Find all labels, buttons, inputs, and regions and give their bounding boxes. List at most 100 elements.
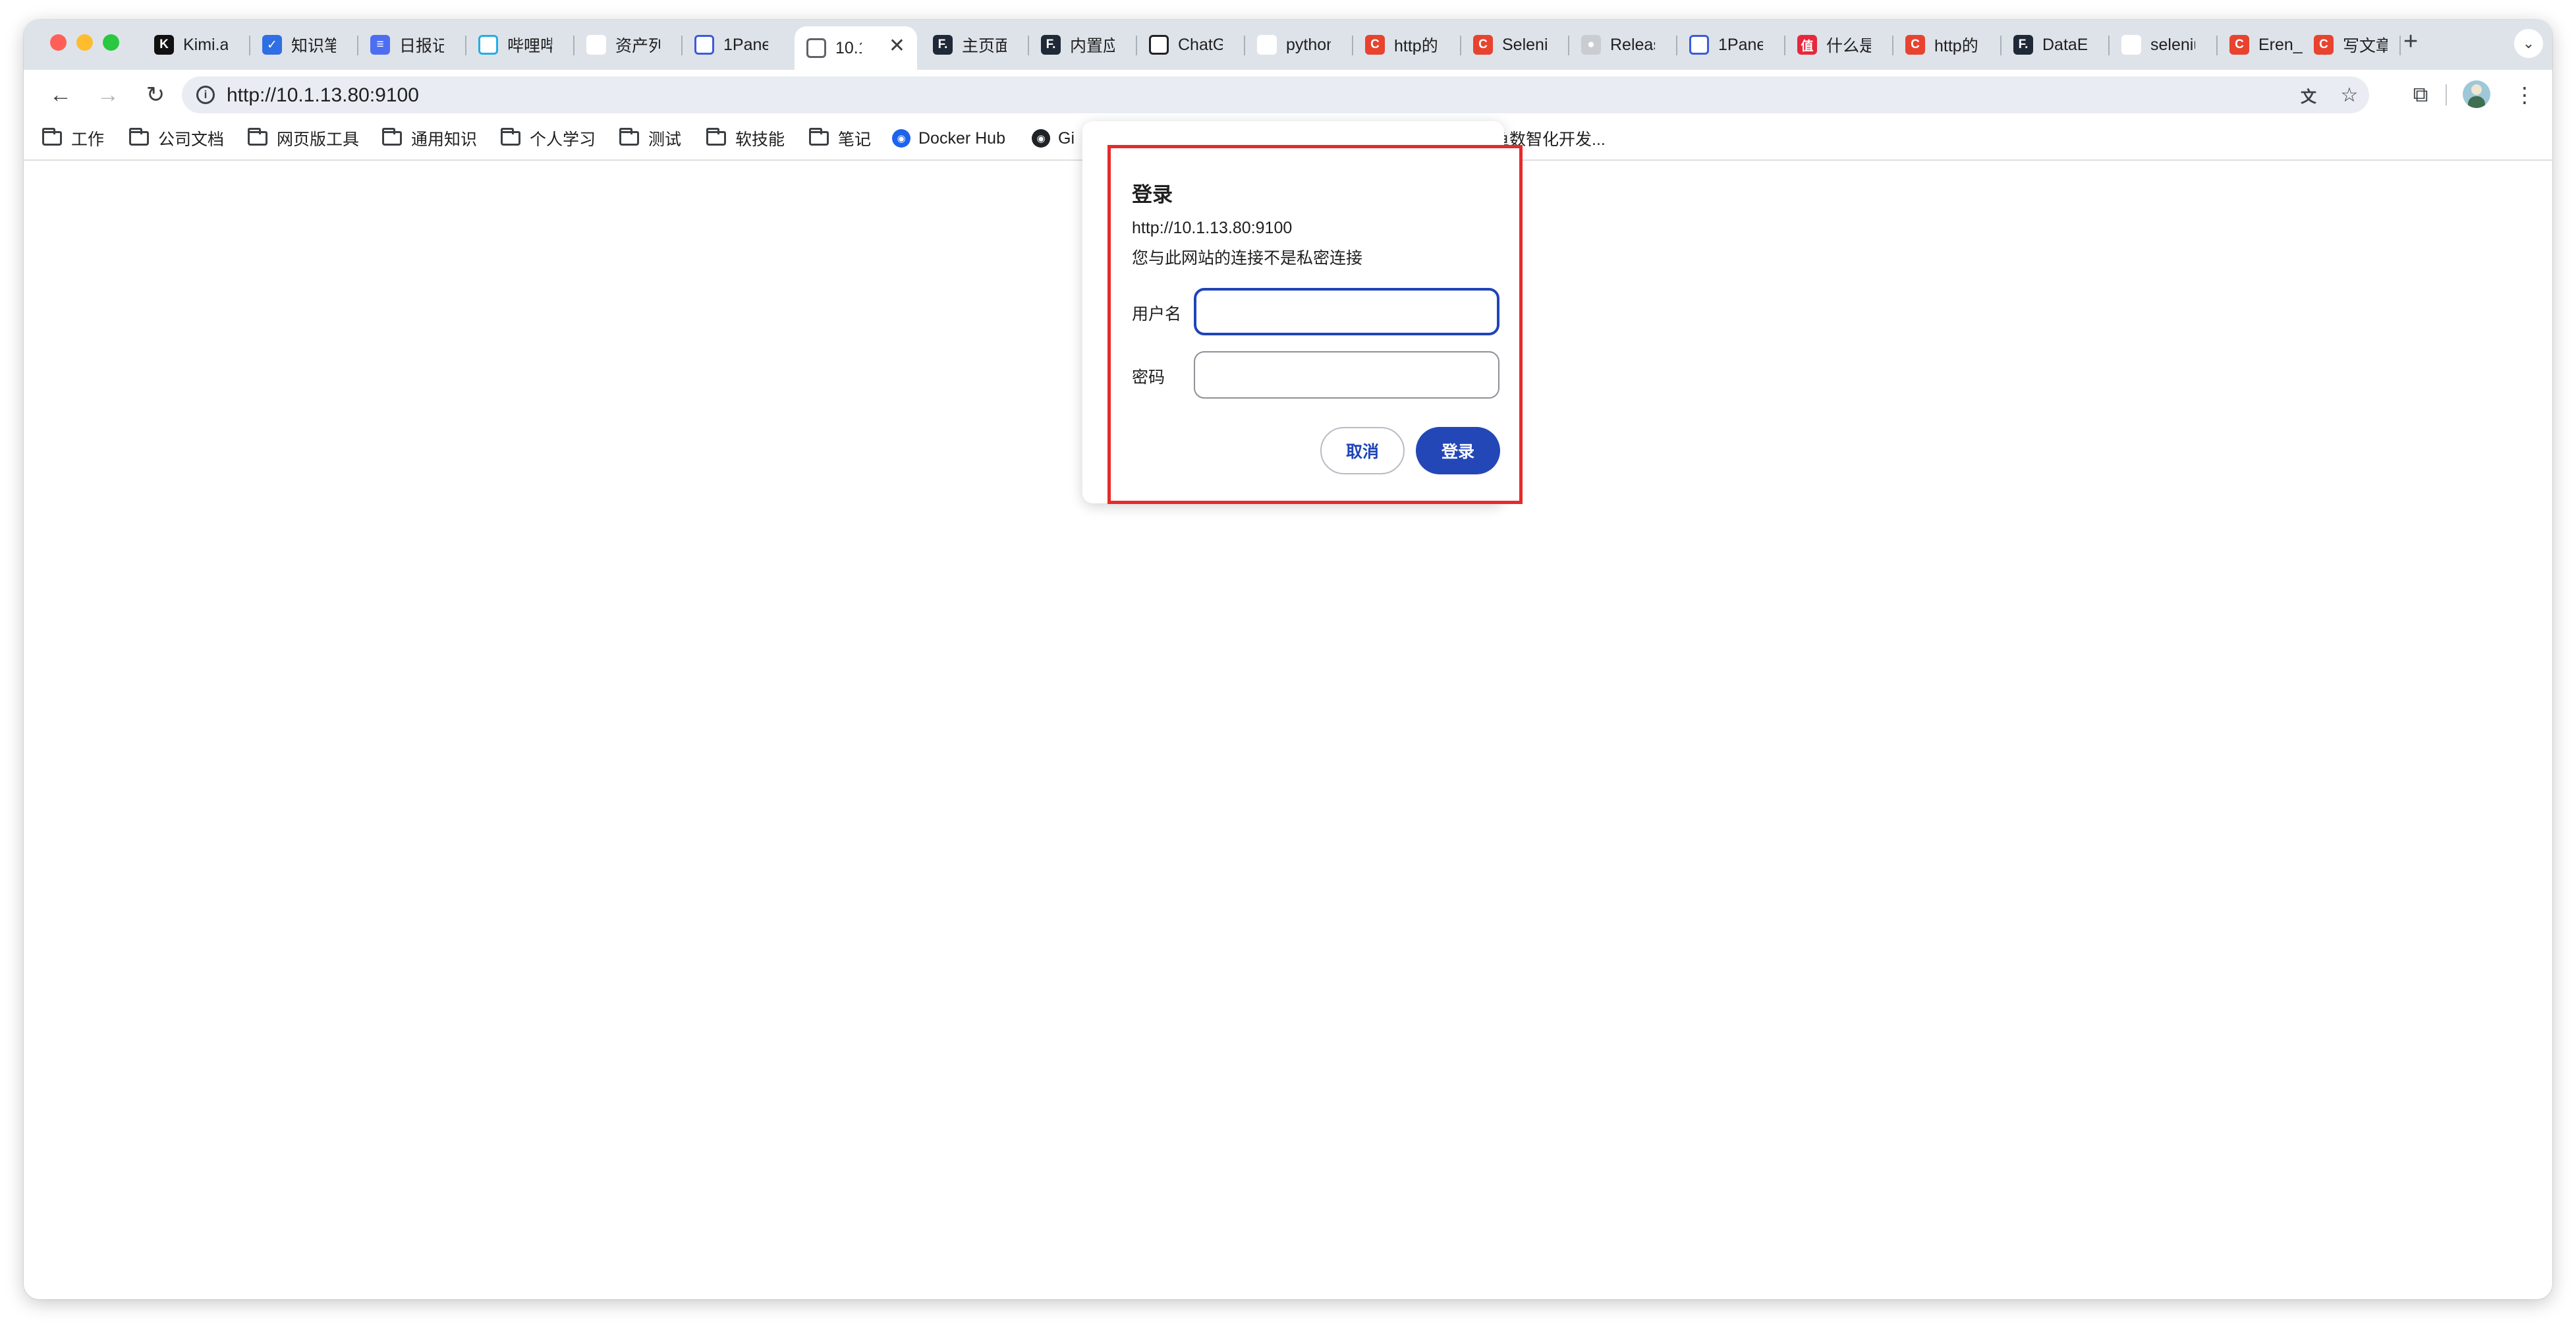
bookmark-folder-testing[interactable]: 测试 <box>619 127 681 150</box>
tab-http-article-2[interactable]: C http的 <box>1893 26 2002 63</box>
reload-button[interactable]: ↻ <box>140 79 171 111</box>
github-icon: ● <box>1581 35 1601 55</box>
translate-icon[interactable]: 文 <box>2297 83 2320 107</box>
tab-daily-report[interactable]: ≡ 日报记录 <box>358 26 466 63</box>
back-button[interactable]: ← <box>45 79 76 111</box>
bookmark-github[interactable]: ◉ Gi <box>1032 127 1075 150</box>
tab-python[interactable]: ℽ python <box>1245 26 1353 63</box>
new-tab-button[interactable]: + <box>2403 29 2418 54</box>
bookmark-folder-soft-skills[interactable]: 软技能 <box>706 127 785 150</box>
csdn-icon: C <box>1473 35 1493 55</box>
more-vertical-icon: ⋮ <box>2514 83 2535 107</box>
tab-title: Kimi.ai <box>183 35 228 54</box>
f-logo-icon: F. <box>2013 35 2033 55</box>
bookmark-folder-company-docs[interactable]: 公司文档 <box>129 127 224 150</box>
tab-asset-list[interactable]: ◈ 资产列表 <box>574 26 683 63</box>
dialog-url: http://10.1.13.80:9100 <box>1132 219 1293 237</box>
login-button[interactable]: 登录 <box>1416 427 1500 474</box>
bookmark-folder-general-knowledge[interactable]: 通用知识 <box>382 127 477 150</box>
tab-1panel[interactable]: 1 1Panel <box>683 26 791 63</box>
tab-bilibili[interactable]: tv 哔哩哔哩 <box>466 26 574 63</box>
extensions-button[interactable]: ⧉ <box>2405 79 2436 111</box>
reload-icon: ↻ <box>146 82 165 107</box>
bilibili-icon: tv <box>478 35 498 55</box>
layers-icon: ◈ <box>586 35 606 55</box>
onepanel-icon: 1 <box>694 35 714 55</box>
tab-title: 1Panel <box>1718 35 1763 54</box>
site-info-icon[interactable]: i <box>196 86 215 104</box>
tab-search-button[interactable]: ⌄ <box>2514 29 2543 58</box>
bookmark-folder-web-tools[interactable]: 网页版工具 <box>248 127 359 150</box>
bookmark-folder-notes[interactable]: 笔记 <box>809 127 871 150</box>
csdn-icon: C <box>1905 35 1925 55</box>
tab-kimi[interactable]: K Kimi.ai <box>142 26 250 63</box>
folder-icon <box>129 128 149 146</box>
csdn-icon: C <box>2229 35 2249 55</box>
chevron-down-icon: ⌄ <box>2522 35 2535 51</box>
tab-title: 资产列表 <box>615 37 660 55</box>
bookmark-label: Gi <box>1058 128 1075 148</box>
folder-icon <box>501 128 520 146</box>
tab-strip: K Kimi.ai ✓ 知识笔记 ≡ 日报记录 tv 哔哩哔哩 ◈ 资产列表 1… <box>24 20 2552 70</box>
bookmark-label: 个人学习 <box>530 130 596 149</box>
tab-title: Selenium <box>1502 35 1547 54</box>
docker-icon: ◉ <box>892 129 910 148</box>
tab-title: 日报记录 <box>399 37 444 55</box>
smzdm-icon: 值 <box>1797 35 1817 55</box>
password-input[interactable] <box>1194 351 1499 399</box>
f-logo-icon: F. <box>933 35 953 55</box>
tab-title: 哔哩哔哩 <box>507 37 552 55</box>
bookmark-folder-personal-study[interactable]: 个人学习 <box>501 127 596 150</box>
tab-selenium-article[interactable]: C Selenium <box>1461 26 1569 63</box>
forward-button[interactable]: → <box>92 79 124 111</box>
puzzle-icon: ⧉ <box>2413 82 2428 106</box>
bookmark-folder-work[interactable]: 工作 <box>42 127 104 150</box>
browser-window: K Kimi.ai ✓ 知识笔记 ≡ 日报记录 tv 哔哩哔哩 ◈ 资产列表 1… <box>24 20 2552 1299</box>
password-label: 密码 <box>1132 368 1165 387</box>
tab-github-releases[interactable]: ● Releases <box>1569 26 1677 63</box>
cancel-button[interactable]: 取消 <box>1320 427 1405 474</box>
tab-dataease[interactable]: F. DataEase <box>2002 26 2110 63</box>
tab-title: 1Panel <box>723 35 768 54</box>
bookmark-star-icon[interactable]: ☆ <box>2338 83 2361 107</box>
bookmark-label: 软技能 <box>735 130 785 149</box>
avatar-head <box>2471 84 2482 95</box>
tab-http-article[interactable]: C http的 <box>1353 26 1461 63</box>
tab-main-page[interactable]: F. 主页面 <box>921 26 1029 63</box>
tab-chatgpt[interactable]: ✿ ChatGPT <box>1137 26 1245 63</box>
arrow-right-icon: → <box>97 82 119 107</box>
tab-title: ChatGPT <box>1178 35 1223 54</box>
bookmark-label: 通用知识 <box>411 130 478 149</box>
toolbar-divider <box>2446 84 2447 105</box>
url-text[interactable]: http://10.1.13.80:9100 <box>227 84 419 107</box>
bookmark-label: 网页版工具 <box>277 130 360 149</box>
bookmark-docker-hub[interactable]: ◉ Docker Hub <box>892 127 1005 150</box>
tab-knowledge-notes[interactable]: ✓ 知识笔记 <box>250 26 358 63</box>
address-bar[interactable]: i http://10.1.13.80:9100 文 ☆ <box>182 76 2369 113</box>
profile-avatar[interactable] <box>2463 80 2490 108</box>
tab-close-icon[interactable]: ✕ <box>889 34 905 57</box>
http-auth-dialog: 登录 http://10.1.13.80:9100 您与此网站的连接不是私密连接… <box>1107 145 1523 504</box>
tab-active-login[interactable]: ◐ 10.1.13.80:9100 ✕ <box>795 26 917 70</box>
close-window-button[interactable] <box>50 34 67 51</box>
bookmark-label: 公司文档 <box>158 130 225 149</box>
browser-toolbar: ← → ↻ i http://10.1.13.80:9100 文 ☆ ⧉ ⋮ <box>24 70 2552 120</box>
dialog-warning: 您与此网站的连接不是私密连接 <box>1132 249 1363 267</box>
tab-what-is[interactable]: 值 什么是 <box>1785 26 1893 63</box>
minimize-window-button[interactable] <box>76 34 93 51</box>
tab-builtin-apps[interactable]: F. 内置应用 <box>1029 26 1137 63</box>
tab-1panel-2[interactable]: 1 1Panel <box>1677 26 1785 63</box>
tab-selenium-docs[interactable]: ℽ selenium <box>2110 26 2218 63</box>
bookmark-label: 测试 <box>648 130 682 149</box>
username-input[interactable] <box>1194 288 1499 335</box>
folder-icon <box>248 128 267 146</box>
maximize-window-button[interactable] <box>103 34 119 51</box>
document-icon: ≡ <box>370 35 390 55</box>
tab-write-article[interactable]: C 写文章 <box>2302 26 2401 63</box>
yuque-icon: ✓ <box>262 35 282 55</box>
bookmark-label: 工作 <box>71 130 105 149</box>
tab-title: python <box>1286 35 1331 54</box>
avatar-body <box>2468 96 2485 108</box>
browser-menu-button[interactable]: ⋮ <box>2509 79 2540 111</box>
tab-separator <box>2399 36 2401 55</box>
